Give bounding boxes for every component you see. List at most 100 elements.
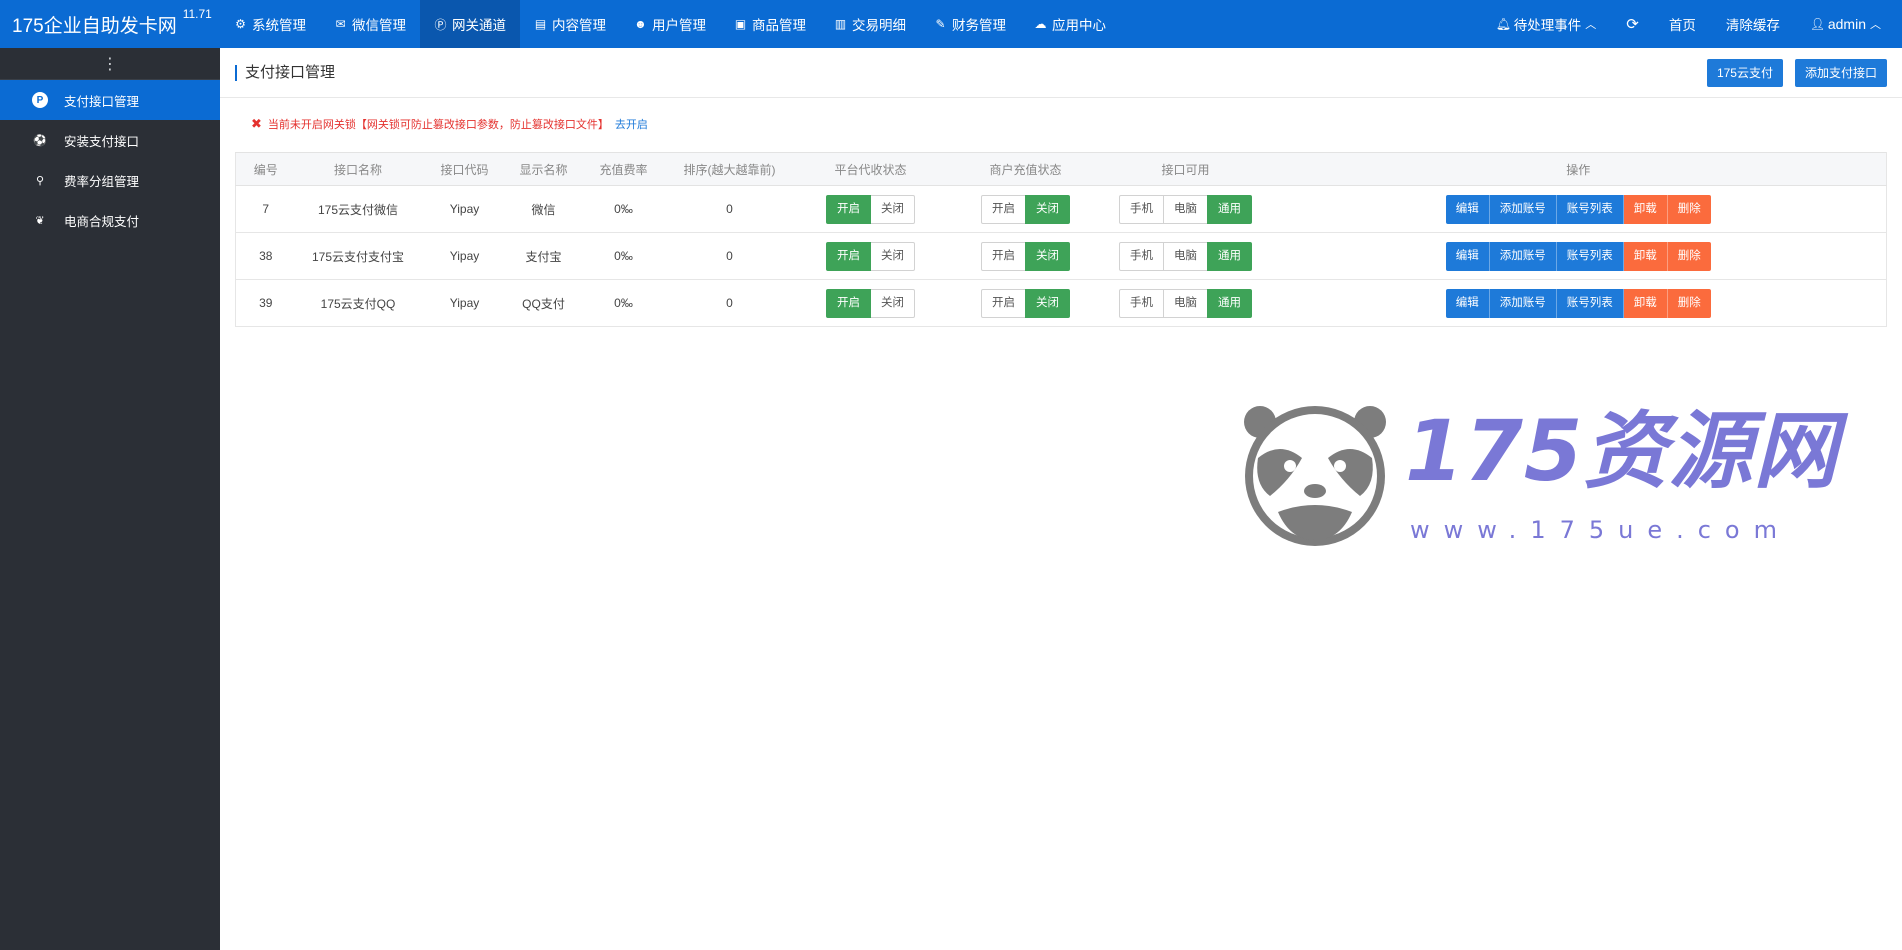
uninstall-button[interactable]: 卸载 <box>1623 194 1668 224</box>
merchant-off-button[interactable]: 关闭 <box>1025 288 1070 318</box>
platform-off-button[interactable]: 关闭 <box>870 288 915 318</box>
col-header: 接口名称 <box>295 152 421 186</box>
sidebar-item-install-interface[interactable]: ⚽ 安装支付接口 <box>0 120 220 160</box>
platform-on-button[interactable]: 开启 <box>826 288 871 318</box>
nav-goods[interactable]: ▣ 商品管理 <box>720 0 820 48</box>
platform-on-button[interactable]: 开启 <box>826 241 871 271</box>
col-header: 商户充值状态 <box>950 152 1101 186</box>
nav-apps[interactable]: ☁ 应用中心 <box>1020 0 1120 48</box>
add-account-button[interactable]: 添加账号 <box>1489 194 1557 224</box>
nav-label: 待处理事件 <box>1513 18 1582 33</box>
edit-button[interactable]: 编辑 <box>1445 288 1490 318</box>
add-account-button[interactable]: 添加账号 <box>1489 241 1557 271</box>
cell-sort: 0 <box>668 185 791 233</box>
interfaces-table: 编号 接口名称 接口代码 显示名称 充值费率 排序(越大越靠前) 平台代收状态 … <box>235 152 1887 327</box>
nav-wechat[interactable]: ✉ 微信管理 <box>320 0 420 48</box>
table-row: 39 175云支付QQ Yipay QQ支付 0‰ 0 开启 关闭 开启 关闭 手机… <box>235 279 1887 327</box>
nav-label: 首页 <box>1668 18 1696 33</box>
mobile-button[interactable]: 手机 <box>1119 288 1164 318</box>
col-header: 显示名称 <box>508 152 579 186</box>
platform-off-button[interactable]: 关闭 <box>870 241 915 271</box>
header-actions: 175云支付 添加支付接口 <box>1706 58 1887 87</box>
all-button[interactable]: 通用 <box>1207 194 1252 224</box>
main-nav: ⚙ 系统管理 ✉ 微信管理 Ⓟ 网关通道 ▤ 内容管理 ☻ 用户管理 ▣ 商品管理 ▥ 交易明… <box>220 0 1120 48</box>
pc-button[interactable]: 电脑 <box>1163 288 1208 318</box>
warning-text: 当前未开启网关锁【网关锁可防止篡改接口参数，防止篡改接口文件】 <box>267 119 609 131</box>
cloud-pay-button[interactable]: 175云支付 <box>1706 58 1783 87</box>
page-header: 支付接口管理 175云支付 添加支付接口 <box>220 48 1902 98</box>
merchant-off-button[interactable]: 关闭 <box>1025 194 1070 224</box>
refresh-icon: ⟳ <box>1626 16 1639 33</box>
nav-home[interactable]: 首页 <box>1654 0 1711 48</box>
sidebar-toggle[interactable]: ⋮ <box>0 48 220 80</box>
delete-button[interactable]: 删除 <box>1667 194 1711 224</box>
pc-button[interactable]: 电脑 <box>1163 194 1208 224</box>
mobile-button[interactable]: 手机 <box>1119 241 1164 271</box>
delete-button[interactable]: 删除 <box>1667 241 1711 271</box>
delete-button[interactable]: 删除 <box>1667 288 1711 318</box>
username: admin <box>1827 16 1866 32</box>
nav-pending-events[interactable]: 🔔︎ 待处理事件 ︿ <box>1481 0 1612 48</box>
availability-toggle: 手机 电脑 通用 <box>1119 241 1252 271</box>
availability-toggle: 手机 电脑 通用 <box>1119 288 1252 318</box>
nav-finance[interactable]: ✎ 财务管理 <box>920 0 1020 48</box>
add-interface-button[interactable]: 添加支付接口 <box>1794 58 1887 87</box>
account-list-button[interactable]: 账号列表 <box>1556 288 1624 318</box>
mobile-button[interactable]: 手机 <box>1119 194 1164 224</box>
merchant-on-button[interactable]: 开启 <box>981 194 1026 224</box>
nav-label: 交易明细 <box>852 18 906 33</box>
platform-status-toggle: 开启 关闭 <box>826 194 915 224</box>
uninstall-button[interactable]: 卸载 <box>1623 241 1668 271</box>
merchant-on-button[interactable]: 开启 <box>981 241 1026 271</box>
sidebar-item-label: 安装支付接口 <box>64 134 140 149</box>
sidebar-item-ecommerce-compliance[interactable]: ❦ 电商合规支付 <box>0 200 220 240</box>
cell-availability: 手机 电脑 通用 <box>1100 279 1271 327</box>
pc-button[interactable]: 电脑 <box>1163 241 1208 271</box>
all-button[interactable]: 通用 <box>1207 241 1252 271</box>
nav-transactions[interactable]: ▥ 交易明细 <box>820 0 920 48</box>
chevron-up-icon: ︿ <box>1585 19 1597 31</box>
uninstall-button[interactable]: 卸载 <box>1623 288 1668 318</box>
cell-id: 39 <box>235 279 296 327</box>
merchant-off-button[interactable]: 关闭 <box>1025 241 1070 271</box>
cell-rate: 0‰ <box>578 185 669 233</box>
nav-system[interactable]: ⚙ 系统管理 <box>220 0 320 48</box>
cloud-icon: ☁ <box>1034 17 1047 31</box>
edit-button[interactable]: 编辑 <box>1445 194 1490 224</box>
users-icon: ☻ <box>634 17 647 31</box>
error-icon: ✖ <box>251 116 262 131</box>
availability-toggle: 手机 电脑 通用 <box>1119 194 1252 224</box>
sidebar-item-label: 支付接口管理 <box>64 94 140 109</box>
enable-lock-link[interactable]: 去开启 <box>615 116 648 132</box>
user-icon: 👤︎ <box>1809 17 1826 31</box>
nav-users[interactable]: ☻ 用户管理 <box>620 0 720 48</box>
account-list-button[interactable]: 账号列表 <box>1556 194 1624 224</box>
merchant-on-button[interactable]: 开启 <box>981 288 1026 318</box>
ball-icon: ⚽ <box>33 134 47 147</box>
table-row: 38 175云支付支付宝 Yipay 支付宝 0‰ 0 开启 关闭 开启 关闭 手机… <box>235 232 1887 280</box>
row-actions: 编辑 添加账号 账号列表 卸载 删除 <box>1445 194 1711 224</box>
brand[interactable]: 175企业自助发卡网 11.71 <box>0 7 220 38</box>
nav-gateway[interactable]: Ⓟ 网关通道 <box>420 0 520 48</box>
nav-label: 用户管理 <box>652 18 706 33</box>
cell-merchant-status: 开启 关闭 <box>950 232 1101 280</box>
nav-refresh[interactable]: ⟳ <box>1611 0 1654 48</box>
gear-icon: ⚙ <box>235 17 246 31</box>
nav-user-menu[interactable]: 👤︎ admin ︿ <box>1795 0 1896 48</box>
platform-on-button[interactable]: 开启 <box>826 194 871 224</box>
col-header: 接口可用 <box>1100 152 1271 186</box>
account-list-button[interactable]: 账号列表 <box>1556 241 1624 271</box>
sidebar-item-rate-groups[interactable]: ⚲ 费率分组管理 <box>0 160 220 200</box>
all-button[interactable]: 通用 <box>1207 288 1252 318</box>
money-icon: ✎ <box>935 17 946 31</box>
nav-clear-cache[interactable]: 清除缓存 <box>1711 0 1795 48</box>
platform-off-button[interactable]: 关闭 <box>870 194 915 224</box>
panda-logo-icon <box>1244 406 1386 546</box>
add-account-button[interactable]: 添加账号 <box>1489 288 1557 318</box>
nav-content[interactable]: ▤ 内容管理 <box>520 0 620 48</box>
nav-label: 微信管理 <box>352 18 406 33</box>
cell-merchant-status: 开启 关闭 <box>950 279 1101 327</box>
sidebar-item-payment-interfaces[interactable]: P 支付接口管理 <box>0 80 220 120</box>
edit-button[interactable]: 编辑 <box>1445 241 1490 271</box>
nav-right: 🔔︎ 待处理事件 ︿ ⟳ 首页 清除缓存 👤︎ admin ︿ <box>1481 0 1902 48</box>
